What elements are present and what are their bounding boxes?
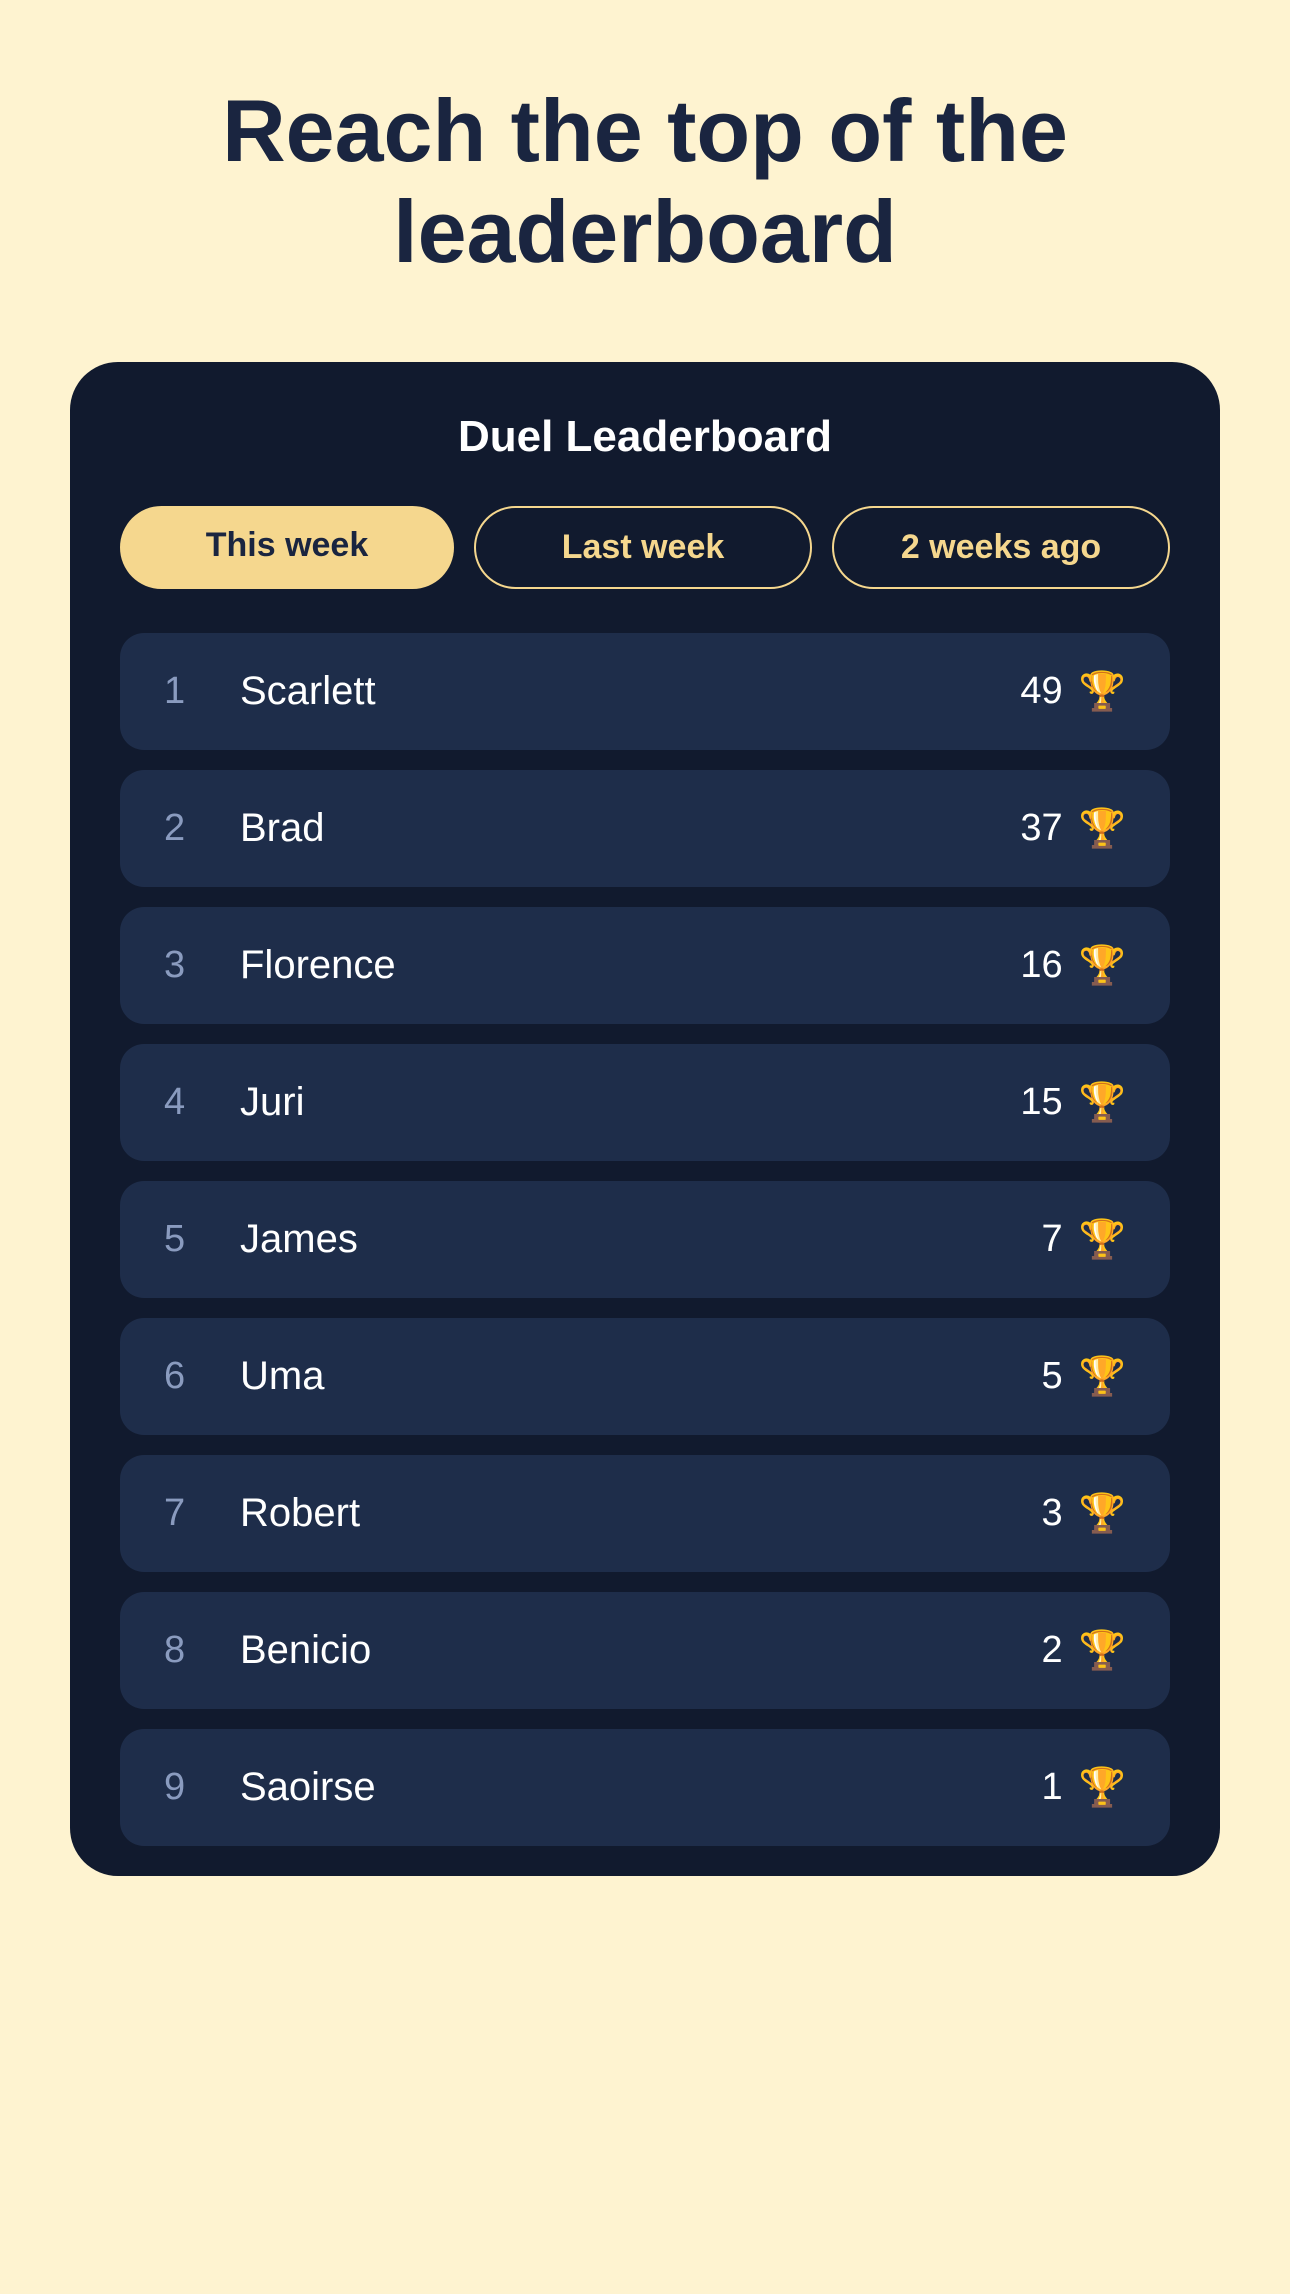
- player-name: Saoirse: [240, 1765, 376, 1810]
- table-row: 4 Juri 15 🏆: [120, 1044, 1170, 1161]
- table-row: 3 Florence 16 🏆: [120, 907, 1170, 1024]
- rank-number: 7: [164, 1492, 204, 1535]
- trophy-icon: 🏆: [1079, 1355, 1126, 1399]
- trophy-icon: 🏆: [1079, 670, 1126, 714]
- tab-last-week[interactable]: Last week: [474, 506, 812, 589]
- trophy-icon: 🏆: [1079, 1218, 1126, 1262]
- rank-number: 6: [164, 1355, 204, 1398]
- player-name: Uma: [240, 1354, 324, 1399]
- player-score: 1: [1042, 1766, 1063, 1809]
- player-score: 37: [1020, 807, 1062, 850]
- player-score: 3: [1042, 1492, 1063, 1535]
- table-row: 1 Scarlett 49 🏆: [120, 633, 1170, 750]
- player-name: Benicio: [240, 1628, 371, 1673]
- player-score: 15: [1020, 1081, 1062, 1124]
- player-name: Florence: [240, 943, 396, 988]
- leaderboard-title: Duel Leaderboard: [120, 412, 1170, 462]
- player-score: 7: [1042, 1218, 1063, 1261]
- player-score: 49: [1020, 670, 1062, 713]
- trophy-icon: 🏆: [1079, 1629, 1126, 1673]
- table-row: 7 Robert 3 🏆: [120, 1455, 1170, 1572]
- rank-number: 2: [164, 807, 204, 850]
- tab-this-week[interactable]: This week: [120, 506, 454, 589]
- table-row: 9 Saoirse 1 🏆: [120, 1729, 1170, 1846]
- trophy-icon: 🏆: [1079, 807, 1126, 851]
- table-row: 6 Uma 5 🏆: [120, 1318, 1170, 1435]
- rank-number: 5: [164, 1218, 204, 1261]
- trophy-icon: 🏆: [1079, 1492, 1126, 1536]
- rank-number: 8: [164, 1629, 204, 1672]
- trophy-icon: 🏆: [1079, 944, 1126, 988]
- rank-number: 4: [164, 1081, 204, 1124]
- table-row: 2 Brad 37 🏆: [120, 770, 1170, 887]
- player-name: Scarlett: [240, 669, 376, 714]
- leaderboard-list: 1Scarlett49🏆2Brad37🏆3Florence16🏆4Juri15🏆…: [120, 633, 1170, 1846]
- player-score: 16: [1020, 944, 1062, 987]
- table-row: 8 Benicio 2 🏆: [120, 1592, 1170, 1709]
- rank-number: 9: [164, 1766, 204, 1809]
- trophy-icon: 🏆: [1079, 1081, 1126, 1125]
- player-name: Robert: [240, 1491, 360, 1536]
- player-name: James: [240, 1217, 358, 1262]
- player-name: Brad: [240, 806, 325, 851]
- tab-two-weeks-ago[interactable]: 2 weeks ago: [832, 506, 1170, 589]
- player-score: 2: [1042, 1629, 1063, 1672]
- rank-number: 1: [164, 670, 204, 713]
- rank-number: 3: [164, 944, 204, 987]
- page-title: Reach the top of the leaderboard: [60, 80, 1230, 282]
- player-score: 5: [1042, 1355, 1063, 1398]
- table-row: 5 James 7 🏆: [120, 1181, 1170, 1298]
- player-name: Juri: [240, 1080, 304, 1125]
- leaderboard-card: Duel Leaderboard This week Last week 2 w…: [70, 362, 1220, 1876]
- trophy-icon: 🏆: [1079, 1766, 1126, 1810]
- time-period-tabs: This week Last week 2 weeks ago: [120, 506, 1170, 589]
